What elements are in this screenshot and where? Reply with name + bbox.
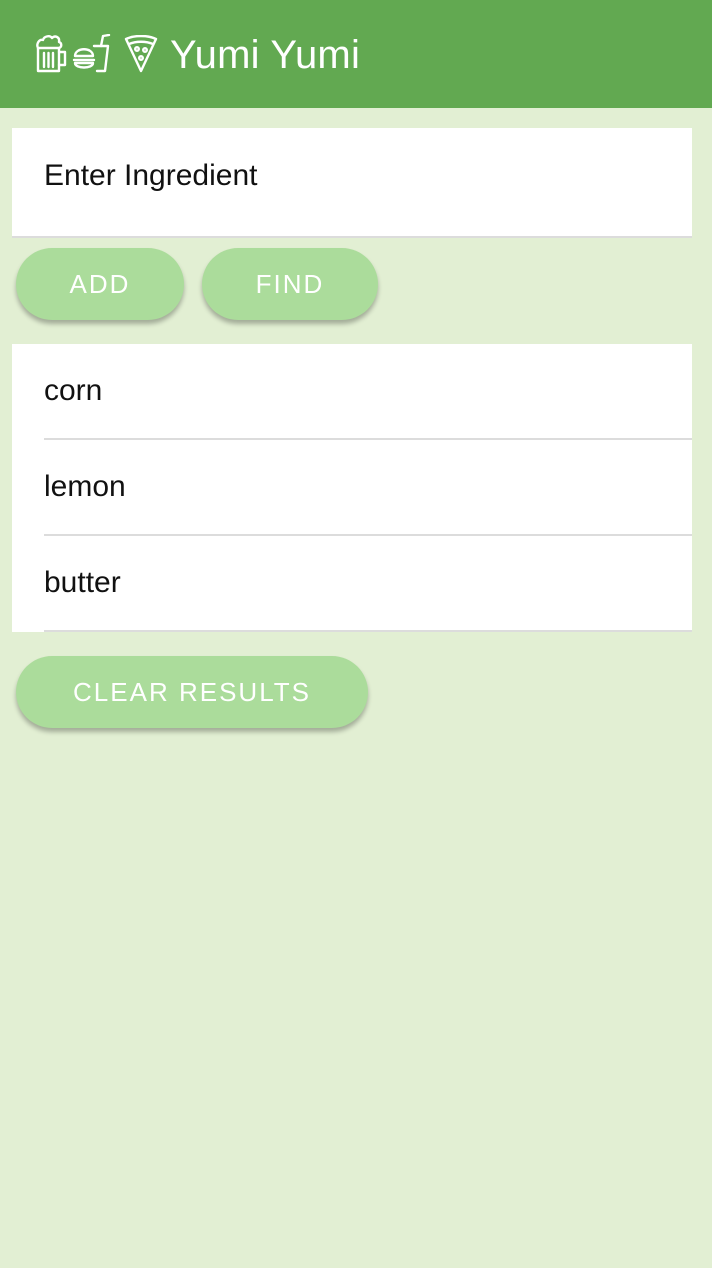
ingredient-label: corn — [44, 374, 103, 407]
ingredient-label: butter — [44, 566, 121, 599]
ingredient-list: corn lemon butter — [12, 344, 692, 632]
list-item[interactable]: lemon — [12, 440, 692, 536]
list-item[interactable]: corn — [12, 344, 692, 440]
logo-icons — [34, 34, 158, 74]
ingredient-input[interactable] — [44, 152, 664, 200]
list-item[interactable]: butter — [12, 536, 692, 632]
clear-results-button[interactable]: CLEAR RESULTS — [16, 656, 368, 728]
app-title: Yumi Yumi — [170, 32, 361, 77]
ingredient-label: lemon — [44, 470, 126, 503]
ingredient-input-container — [12, 128, 692, 238]
burger-drink-icon — [72, 34, 112, 74]
divider — [44, 630, 692, 632]
add-button[interactable]: ADD — [16, 248, 184, 320]
app-header: Yumi Yumi — [0, 0, 712, 108]
find-button[interactable]: FIND — [202, 248, 378, 320]
pizza-slice-icon — [124, 35, 158, 73]
beer-mug-icon — [34, 34, 68, 74]
